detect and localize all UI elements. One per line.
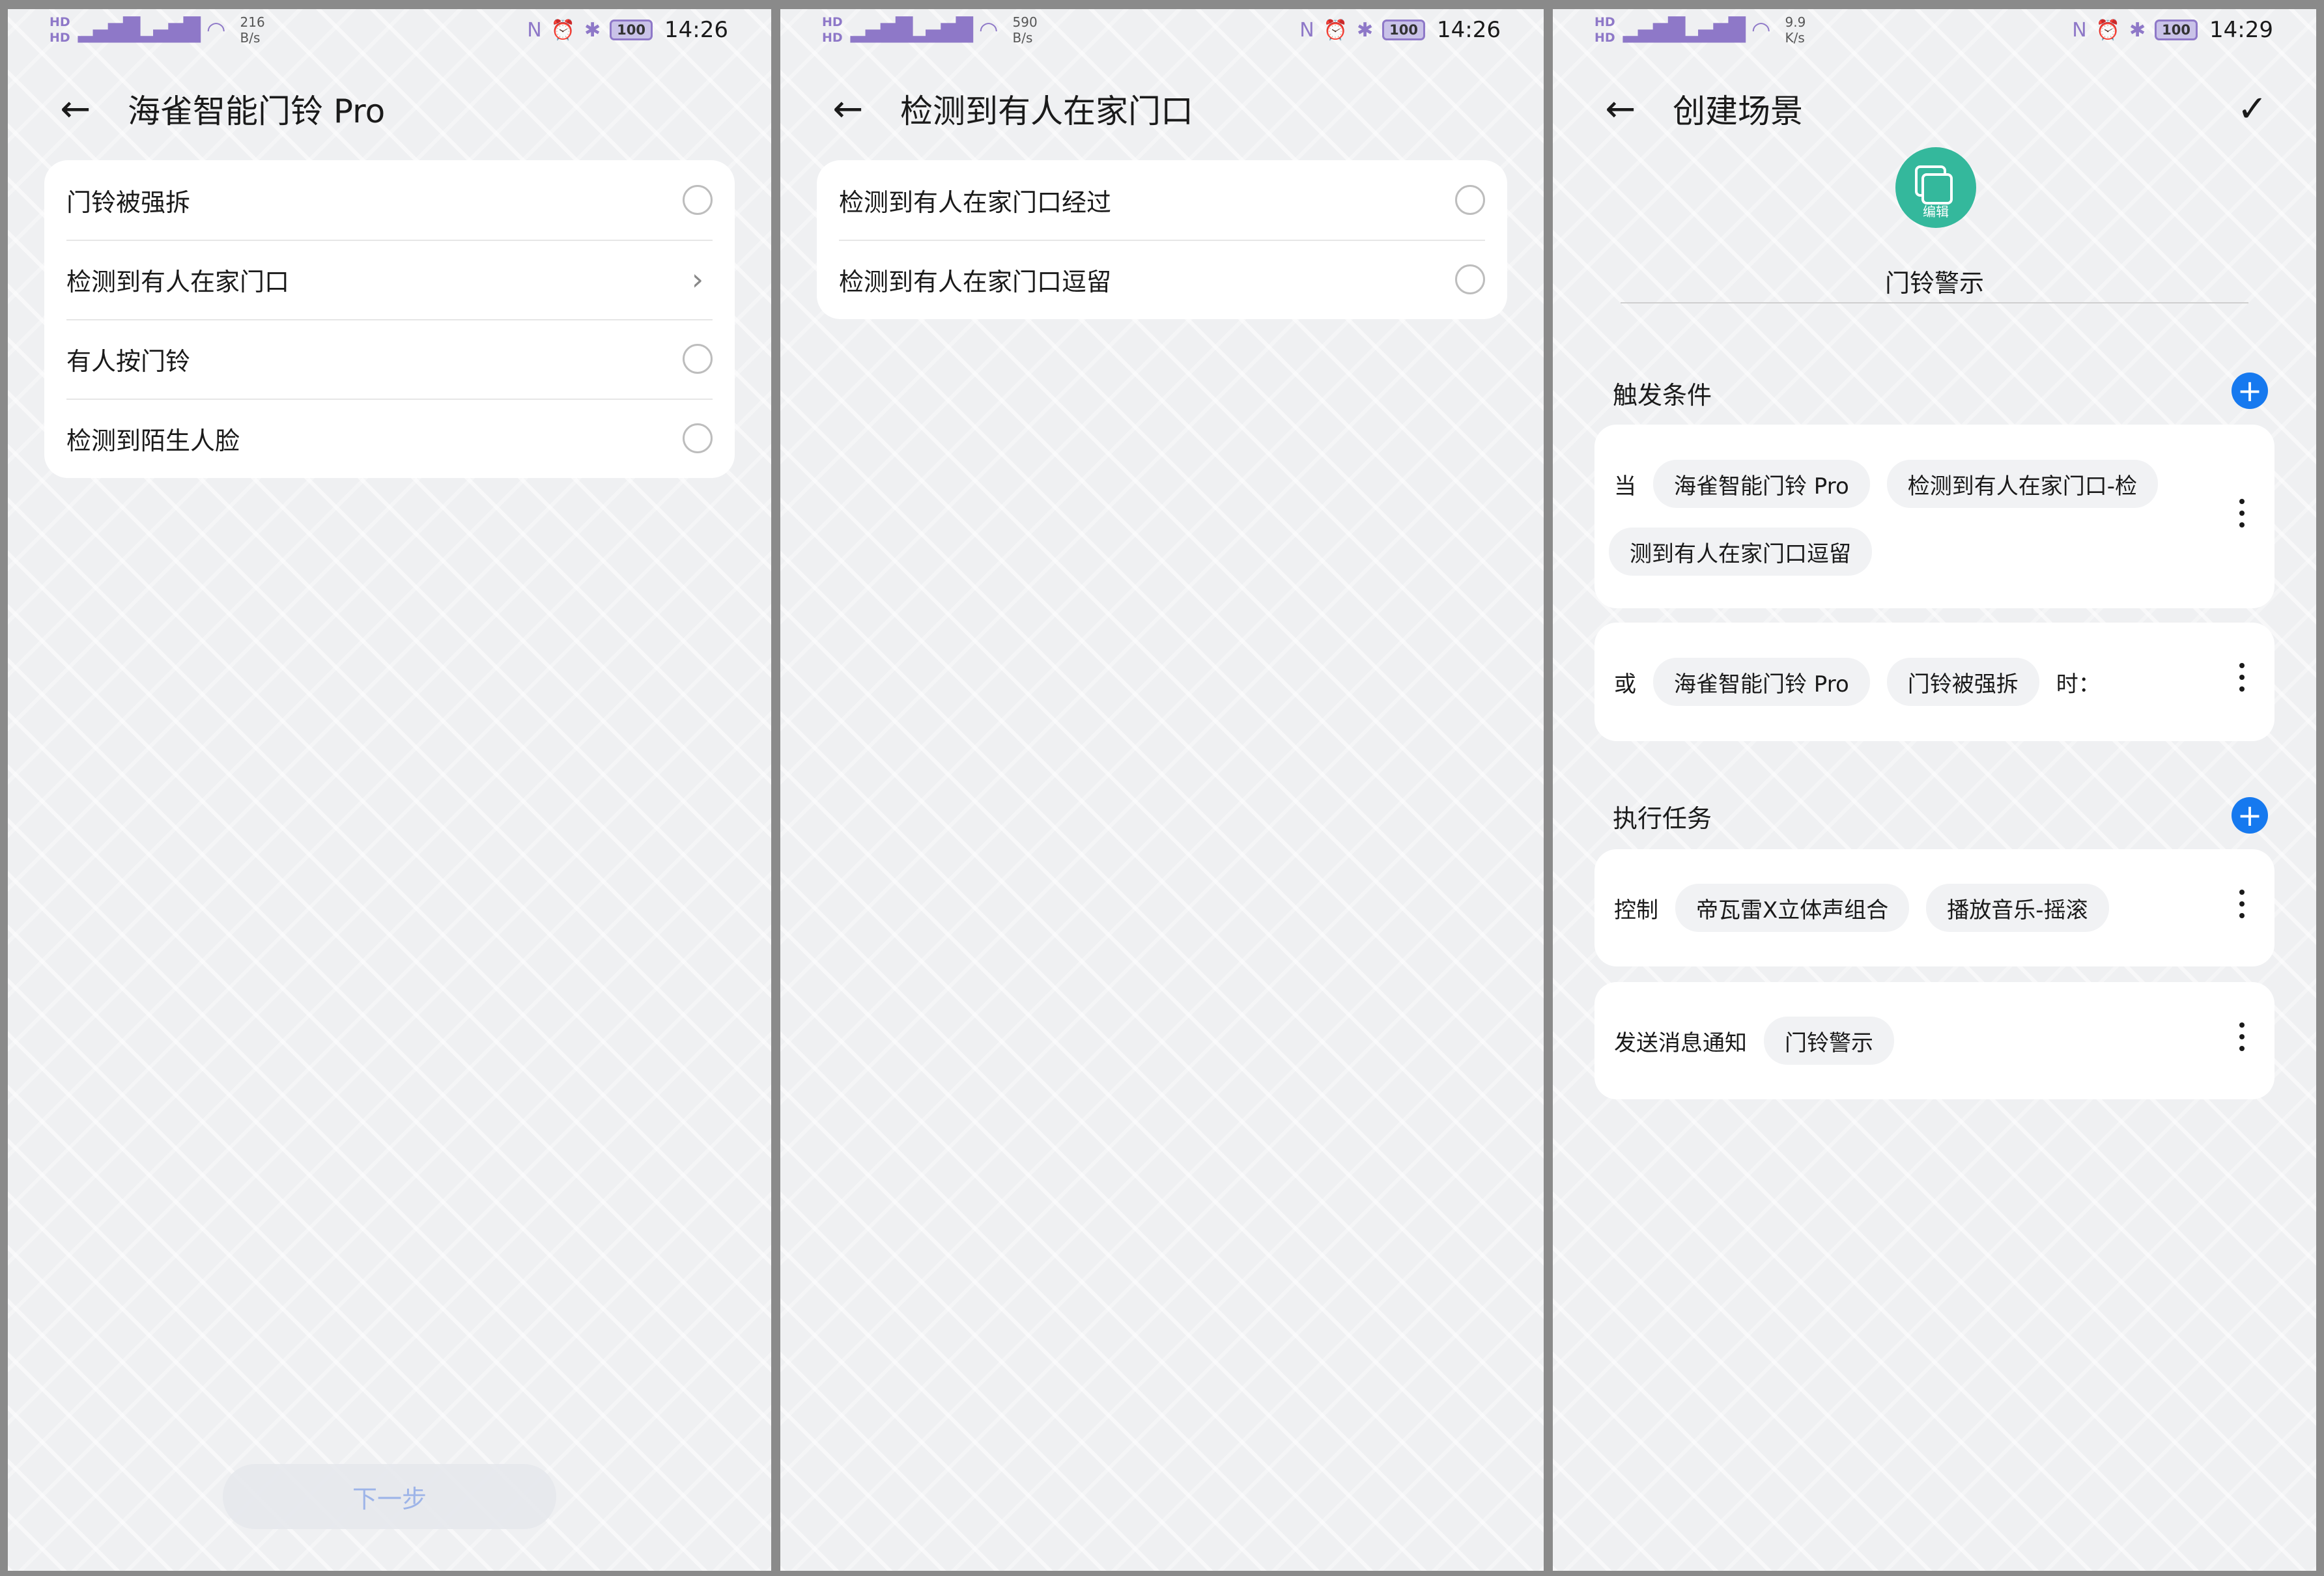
clock: 14:26 bbox=[664, 17, 728, 43]
presence-option-list: 检测到有人在家门口经过 检测到有人在家门口逗留 bbox=[817, 160, 1507, 319]
hd-volte-icon: HD HD bbox=[1594, 15, 1615, 45]
notification-chip[interactable]: 门铃警示 bbox=[1764, 1017, 1894, 1065]
bluetooth-icon: ✱ bbox=[584, 18, 601, 42]
arrow-left-icon[interactable]: ← bbox=[827, 88, 869, 130]
task-prefix: 控制 bbox=[1614, 897, 1658, 923]
wifi-icon: ◠ bbox=[1751, 17, 1771, 43]
list-item[interactable]: 检测到有人在家门口经过 bbox=[817, 160, 1507, 240]
status-bar: HD HD ▂▄▆█▂▄▆█ ◠ 9.9 K/s Ν ⏰ ✱ 100 14:29 bbox=[1553, 9, 2316, 61]
task-prefix: 发送消息通知 bbox=[1614, 1030, 1747, 1056]
bluetooth-icon: ✱ bbox=[2129, 18, 2146, 42]
clock: 14:26 bbox=[1437, 17, 1501, 43]
nfc-icon: Ν bbox=[1299, 18, 1314, 42]
list-item-label: 检测到有人在家门口经过 bbox=[839, 188, 1112, 217]
radio-button[interactable] bbox=[683, 423, 713, 453]
condition-prefix: 或 bbox=[1614, 671, 1636, 697]
radio-button[interactable] bbox=[683, 344, 713, 374]
screen-create-scene: HD HD ▂▄▆█▂▄▆█ ◠ 9.9 K/s Ν ⏰ ✱ 100 14:29 … bbox=[1553, 9, 2316, 1571]
chevron-right-icon: › bbox=[691, 262, 704, 297]
wifi-icon: ◠ bbox=[206, 17, 226, 43]
next-button[interactable]: 下一步 bbox=[223, 1464, 556, 1529]
list-item-label: 检测到有人在家门口 bbox=[66, 267, 290, 296]
radio-button[interactable] bbox=[683, 185, 713, 215]
list-item[interactable]: 有人按门铃 bbox=[44, 319, 735, 399]
trigger-section-title: 触发条件 bbox=[1613, 381, 1712, 410]
title-bar: ← 创建场景 ✓ bbox=[1553, 79, 2316, 138]
net-speed: 590 B/s bbox=[1012, 14, 1038, 46]
task-card[interactable]: 控制 帝瓦雷X立体声组合 播放音乐-摇滚 bbox=[1594, 849, 2274, 966]
battery-icon: 100 bbox=[1382, 20, 1426, 40]
nfc-icon: Ν bbox=[527, 18, 542, 42]
clock: 14:29 bbox=[2209, 17, 2273, 43]
list-item-label: 检测到有人在家门口逗留 bbox=[839, 267, 1112, 296]
net-speed: 9.9 K/s bbox=[1785, 14, 1806, 46]
check-icon[interactable]: ✓ bbox=[2232, 88, 2273, 130]
scene-avatar[interactable]: 编辑 bbox=[1895, 147, 1976, 228]
condition-card[interactable]: 或 海雀智能门铃 Pro 门铃被强拆 时： bbox=[1594, 623, 2274, 741]
nfc-icon: Ν bbox=[2072, 18, 2087, 42]
task-card[interactable]: 发送消息通知 门铃警示 bbox=[1594, 982, 2274, 1099]
hd-volte-icon: HD HD bbox=[50, 15, 70, 45]
device-chip[interactable]: 帝瓦雷X立体声组合 bbox=[1675, 884, 1910, 932]
wifi-icon: ◠ bbox=[978, 17, 999, 43]
net-speed: 216 B/s bbox=[240, 14, 265, 46]
status-bar: HD HD ▂▄▆█▂▄▆█ ◠ 590 B/s Ν ⏰ ✱ 100 14:26 bbox=[780, 9, 1544, 61]
task-section-title: 执行任务 bbox=[1613, 804, 1712, 833]
list-item[interactable]: 检测到陌生人脸 bbox=[44, 399, 735, 478]
alarm-icon: ⏰ bbox=[550, 18, 576, 42]
event-chip[interactable]: 检测到有人在家门口-检 bbox=[1886, 460, 2159, 508]
screen-presence-events: HD HD ▂▄▆█▂▄▆█ ◠ 590 B/s Ν ⏰ ✱ 100 14:26 … bbox=[780, 9, 1544, 1571]
radio-button[interactable] bbox=[1455, 264, 1485, 294]
signal-icon: ▂▄▆█▂▄▆█ bbox=[850, 17, 973, 43]
signal-icon: ▂▄▆█▂▄▆█ bbox=[1623, 17, 1746, 43]
arrow-left-icon[interactable]: ← bbox=[1600, 88, 1641, 130]
more-vertical-icon[interactable] bbox=[2235, 499, 2248, 528]
title-bar: ← 检测到有人在家门口 bbox=[780, 79, 1544, 138]
more-vertical-icon[interactable] bbox=[2235, 890, 2248, 918]
device-chip[interactable]: 海雀智能门铃 Pro bbox=[1653, 460, 1870, 508]
event-chip[interactable]: 门铃被强拆 bbox=[1886, 658, 2039, 706]
signal-icon: ▂▄▆█▂▄▆█ bbox=[78, 17, 201, 43]
screen-device-events: HD HD ▂▄▆█▂▄▆█ ◠ 216 B/s Ν ⏰ ✱ 100 14:26 … bbox=[8, 9, 771, 1571]
alarm-icon: ⏰ bbox=[2095, 18, 2121, 42]
arrow-left-icon[interactable]: ← bbox=[55, 88, 96, 130]
device-chip[interactable]: 海雀智能门铃 Pro bbox=[1653, 658, 1870, 706]
avatar-edit-label: 编辑 bbox=[1923, 204, 1949, 219]
radio-button[interactable] bbox=[1455, 185, 1485, 215]
list-item-label: 有人按门铃 bbox=[66, 346, 191, 376]
status-bar: HD HD ▂▄▆█▂▄▆█ ◠ 216 B/s Ν ⏰ ✱ 100 14:26 bbox=[8, 9, 771, 61]
plus-icon[interactable]: + bbox=[2232, 373, 2268, 409]
list-item[interactable]: 门铃被强拆 bbox=[44, 160, 735, 240]
more-vertical-icon[interactable] bbox=[2235, 1022, 2248, 1051]
scene-name-field[interactable]: 门铃警示 bbox=[1553, 263, 2316, 299]
title-bar: ← 海雀智能门铃 Pro bbox=[8, 79, 771, 138]
condition-suffix: 时： bbox=[2056, 671, 2101, 697]
plus-icon[interactable]: + bbox=[2232, 797, 2268, 834]
event-list: 门铃被强拆 检测到有人在家门口 › 有人按门铃 检测到陌生人脸 bbox=[44, 160, 735, 478]
condition-prefix: 当 bbox=[1614, 473, 1636, 500]
page-title: 海雀智能门铃 Pro bbox=[128, 92, 386, 130]
battery-icon: 100 bbox=[610, 20, 653, 40]
list-item[interactable]: 检测到有人在家门口 › bbox=[44, 240, 735, 319]
hd-volte-icon: HD HD bbox=[822, 15, 843, 45]
list-item-label: 检测到陌生人脸 bbox=[66, 426, 240, 455]
condition-card[interactable]: 当 海雀智能门铃 Pro 检测到有人在家门口-检 测到有人在家门口逗留 bbox=[1594, 425, 2274, 608]
page-title: 检测到有人在家门口 bbox=[900, 92, 1193, 130]
event-chip-continued[interactable]: 测到有人在家门口逗留 bbox=[1609, 528, 1872, 576]
battery-icon: 100 bbox=[2155, 20, 2198, 40]
list-item-label: 门铃被强拆 bbox=[66, 188, 191, 217]
page-title: 创建场景 bbox=[1673, 92, 1803, 130]
action-chip[interactable]: 播放音乐-摇滚 bbox=[1926, 884, 2109, 932]
alarm-icon: ⏰ bbox=[1323, 18, 1348, 42]
divider bbox=[1621, 302, 2248, 303]
bluetooth-icon: ✱ bbox=[1357, 18, 1374, 42]
list-item[interactable]: 检测到有人在家门口逗留 bbox=[817, 240, 1507, 319]
more-vertical-icon[interactable] bbox=[2235, 663, 2248, 692]
